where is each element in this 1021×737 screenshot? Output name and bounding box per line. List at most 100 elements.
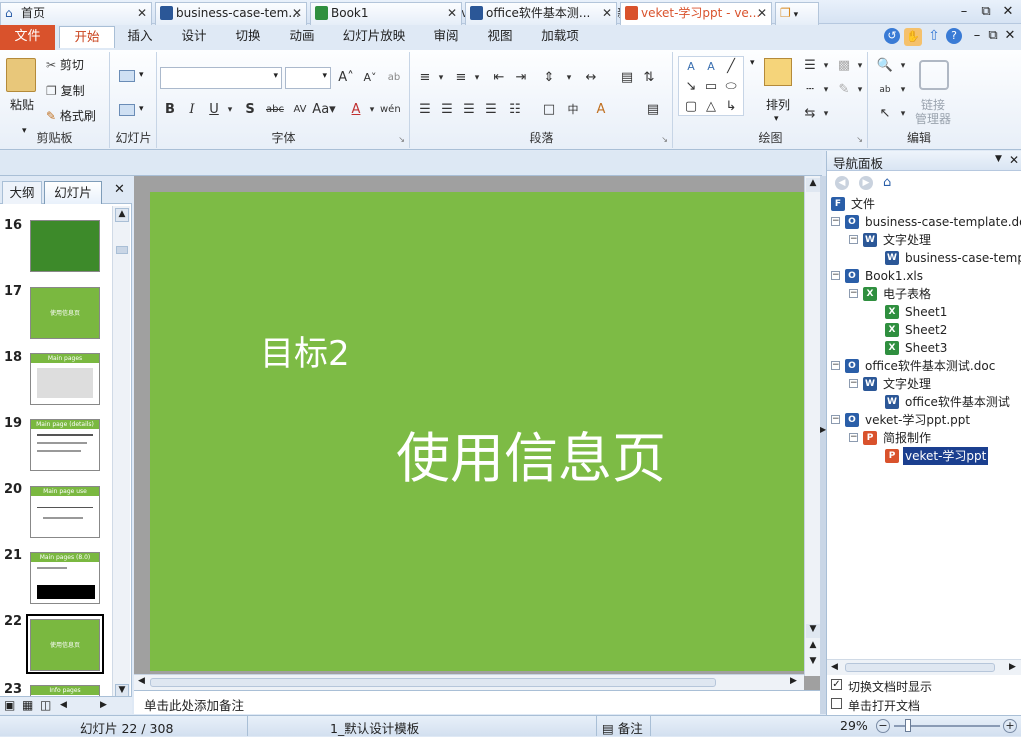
slide-thumbnail-17[interactable]: 使用信息页 bbox=[30, 287, 100, 339]
replace-dropdown-icon[interactable]: ▾ bbox=[893, 80, 913, 100]
slide-thumbnail-18[interactable]: Main pages bbox=[30, 353, 100, 405]
tree-item[interactable]: − W 文字处理 bbox=[849, 375, 1021, 393]
doc-tab-veket[interactable]: veket-学习ppt - ve... ✕ bbox=[620, 2, 772, 25]
tree-item[interactable]: X Sheet3 bbox=[885, 339, 1015, 357]
find-dropdown-icon[interactable]: ▾ bbox=[893, 56, 913, 76]
oval-shape-icon[interactable]: ⬭ bbox=[721, 77, 741, 97]
chinese-layout-icon[interactable]: 中 bbox=[563, 100, 583, 120]
tree-item[interactable]: − Obusiness-case-template.doc bbox=[831, 213, 1021, 231]
shapes-gallery[interactable]: A A ╱ ↘ ▭ ⬭ ▢ △ ↳ bbox=[678, 56, 744, 116]
current-slide[interactable]: 目标2 使用信息页 bbox=[150, 192, 804, 671]
font-color-dropdown-icon[interactable]: ▾ bbox=[362, 100, 382, 120]
arrow-style-dropdown-icon[interactable]: ▾ bbox=[816, 104, 836, 124]
tree-item[interactable]: − X 电子表格 bbox=[849, 285, 1021, 303]
text-direction-icon[interactable]: ↔ bbox=[581, 68, 601, 88]
line-spacing-icon[interactable]: ⇕ bbox=[539, 68, 559, 88]
slide-thumbnail-21[interactable]: Main pages (8.0) bbox=[30, 552, 100, 604]
align-left-icon[interactable]: ☰ bbox=[415, 100, 435, 120]
numbering-dropdown-icon[interactable]: ▾ bbox=[467, 68, 487, 88]
tree-item[interactable]: − O Book1.xls bbox=[831, 267, 1021, 285]
font-size-combo[interactable]: ▾ bbox=[285, 67, 331, 89]
close-tab-icon[interactable]: ✕ bbox=[292, 3, 302, 24]
arrange-icon[interactable] bbox=[764, 58, 792, 86]
tree-collapse-icon[interactable]: − bbox=[831, 361, 840, 370]
replace-icon[interactable]: ab bbox=[875, 80, 895, 100]
font-dialog-launcher-icon[interactable]: ↘ bbox=[398, 135, 405, 144]
editor-scroll-down-icon[interactable]: ▼ bbox=[806, 624, 820, 638]
shadow-icon[interactable]: S bbox=[240, 100, 260, 120]
tab-review[interactable]: 审阅 bbox=[426, 26, 466, 48]
doc-tab-book1[interactable]: Book1 ✕ bbox=[310, 2, 462, 25]
change-case-icon[interactable]: Aa▾ bbox=[310, 100, 338, 120]
tab-home[interactable]: 开始 bbox=[59, 26, 115, 48]
triangle-shape-icon[interactable]: △ bbox=[701, 97, 721, 117]
close-tab-icon[interactable]: ✕ bbox=[137, 3, 147, 24]
font-name-dropdown-icon[interactable]: ▾ bbox=[273, 71, 278, 81]
tree-item[interactable]: X Sheet2 bbox=[885, 321, 1015, 339]
tree-item[interactable]: − Oveket-学习ppt.ppt bbox=[831, 411, 1021, 429]
tab-slideshow[interactable]: 幻灯片放映 bbox=[338, 26, 410, 48]
columns-icon[interactable]: ▤ bbox=[617, 68, 637, 88]
line-color-dropdown-icon[interactable]: ▾ bbox=[850, 80, 870, 100]
tree-root[interactable]: F 文件 bbox=[831, 195, 1021, 213]
italic-icon[interactable]: I bbox=[182, 100, 202, 120]
scroll-left-icon[interactable]: ◀ bbox=[60, 700, 67, 710]
nav-scroll-right-icon[interactable]: ▶ bbox=[1009, 662, 1016, 672]
align-right-icon[interactable]: ☰ bbox=[459, 100, 479, 120]
editor-hscroll-thumb[interactable] bbox=[150, 678, 716, 687]
doc-tab-office-test[interactable]: office软件基本测... ✕ bbox=[465, 2, 617, 25]
line-style-dropdown-icon[interactable]: ▾ bbox=[816, 56, 836, 76]
select-icon[interactable]: ↖ bbox=[875, 104, 895, 124]
nav-hscrollbar[interactable]: ◀ ▶ bbox=[827, 659, 1021, 675]
doc-tab-business-case[interactable]: business-case-tem... ✕ bbox=[155, 2, 307, 25]
paragraph-dialog-launcher-icon[interactable]: ↘ bbox=[661, 135, 668, 144]
arrange-button[interactable]: 排列 bbox=[766, 96, 790, 113]
nav-hscroll-thumb[interactable] bbox=[845, 663, 995, 672]
fill-color-dropdown-icon[interactable]: ▾ bbox=[850, 56, 870, 76]
slide-thumbnail-22[interactable]: 使用信息页 bbox=[30, 619, 100, 671]
cut-button[interactable]: ✂ 剪切 bbox=[46, 56, 84, 73]
copy-button[interactable]: ❐ 复制 bbox=[46, 82, 85, 99]
option-single-checkbox[interactable] bbox=[831, 698, 842, 709]
tree-collapse-icon[interactable]: − bbox=[831, 217, 840, 226]
restore-button[interactable]: ⧉ bbox=[975, 2, 997, 22]
tab-slides[interactable]: 幻灯片 bbox=[44, 181, 102, 204]
grow-font-icon[interactable]: A˄ bbox=[336, 68, 356, 88]
notes-toggle[interactable]: ▤ 备注 bbox=[602, 718, 643, 737]
layout-dropdown-icon[interactable]: ▾ bbox=[139, 104, 144, 114]
bold-icon[interactable]: B bbox=[160, 100, 180, 120]
prev-slide-icon[interactable]: ▲ bbox=[806, 640, 820, 654]
tree-item[interactable]: X Sheet1 bbox=[885, 303, 1015, 321]
textbox-icon[interactable]: A bbox=[681, 57, 701, 77]
nav-panel-close-icon[interactable]: ✕ bbox=[1009, 153, 1019, 167]
slide-panel-scrollbar[interactable]: ▲ ▼ bbox=[112, 206, 130, 702]
underline-dropdown-icon[interactable]: ▾ bbox=[220, 100, 240, 120]
select-dropdown-icon[interactable]: ▾ bbox=[893, 104, 913, 124]
connector-shape-icon[interactable]: ↳ bbox=[721, 97, 741, 117]
new-slide-icon[interactable] bbox=[119, 70, 135, 82]
layout-icon[interactable] bbox=[119, 104, 135, 116]
tab-animations[interactable]: 动画 bbox=[282, 26, 322, 48]
back-icon[interactable]: ↺ bbox=[884, 28, 900, 44]
strikethrough-icon[interactable]: abc bbox=[262, 100, 288, 120]
tree-collapse-icon[interactable]: − bbox=[849, 289, 858, 298]
zoom-in-icon[interactable]: + bbox=[1003, 719, 1017, 733]
dash-style-dropdown-icon[interactable]: ▾ bbox=[816, 80, 836, 100]
tree-item[interactable]: − Ooffice软件基本测试.doc bbox=[831, 357, 1021, 375]
close-tab-icon[interactable]: ✕ bbox=[602, 3, 612, 24]
clear-format-icon[interactable]: ab bbox=[384, 68, 404, 88]
drawing-dialog-launcher-icon[interactable]: ↘ bbox=[856, 135, 863, 144]
close-panel-icon[interactable]: ✕ bbox=[114, 182, 125, 197]
font-name-combo[interactable]: ▾ bbox=[160, 67, 282, 89]
close-button[interactable]: ✕ bbox=[997, 2, 1019, 22]
tree-item[interactable]: Wbusiness-case-template bbox=[885, 249, 1021, 267]
arrange-dropdown-icon[interactable]: ▾ bbox=[774, 114, 779, 124]
slideshow-view-icon[interactable]: ◫ bbox=[40, 698, 51, 712]
new-document-button[interactable]: ❐ ▾ bbox=[775, 2, 819, 25]
tree-item[interactable]: Woffice软件基本测试 bbox=[885, 393, 1021, 411]
tab-addins[interactable]: 加载项 bbox=[536, 26, 584, 48]
vertical-align-icon[interactable]: □ bbox=[539, 100, 559, 120]
minimize-button[interactable]: – bbox=[953, 2, 975, 22]
normal-view-icon[interactable]: ▣ bbox=[4, 698, 15, 712]
paste-icon[interactable] bbox=[6, 58, 36, 92]
